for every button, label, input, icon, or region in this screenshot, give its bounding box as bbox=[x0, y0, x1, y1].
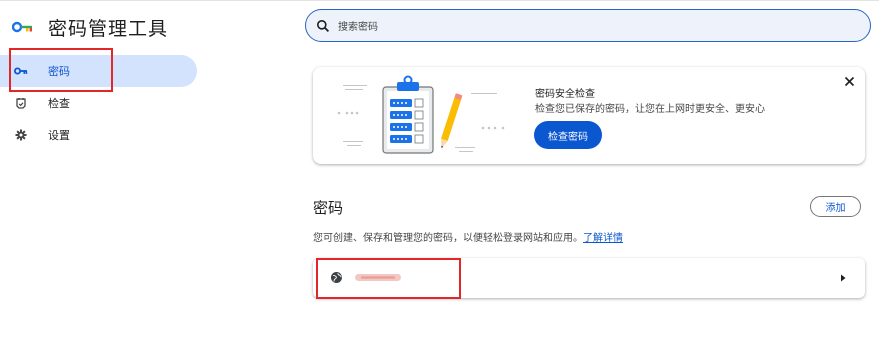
globe-icon bbox=[331, 272, 342, 283]
add-password-button[interactable]: 添加 bbox=[810, 196, 861, 217]
top-divider bbox=[0, 0, 879, 1]
key-icon bbox=[14, 64, 28, 78]
app-header: 密码管理工具 bbox=[12, 12, 168, 42]
sidebar-item-checkup[interactable]: 检查 bbox=[0, 87, 197, 119]
learn-more-link[interactable]: 了解详情 bbox=[583, 233, 623, 244]
section-title: 密码 bbox=[313, 200, 344, 217]
sidebar-item-label: 检查 bbox=[48, 98, 70, 110]
search-bar bbox=[305, 9, 871, 42]
shield-check-icon bbox=[14, 96, 28, 110]
checkup-description: 检查您已保存的密码，让您在上网时更安全、更安心 bbox=[535, 104, 765, 115]
search-icon bbox=[317, 20, 330, 33]
gear-icon bbox=[14, 128, 28, 142]
chevron-right-icon bbox=[841, 274, 846, 282]
check-passwords-button[interactable]: 检查密码 bbox=[534, 121, 602, 149]
sidebar-item-passwords[interactable]: 密码 bbox=[0, 55, 197, 87]
close-icon[interactable] bbox=[841, 73, 857, 89]
checkup-title: 密码安全检查 bbox=[535, 89, 595, 100]
sidebar-item-label: 设置 bbox=[48, 130, 70, 142]
section-description: 您可创建、保存和管理您的密码，以便轻松登录网站和应用。了解详情 bbox=[313, 229, 623, 244]
password-list-item[interactable] bbox=[313, 258, 865, 298]
sidebar-item-label: 密码 bbox=[48, 66, 70, 78]
app-title: 密码管理工具 bbox=[48, 18, 169, 40]
search-input[interactable] bbox=[336, 17, 860, 37]
password-checkup-card: 密码安全检查 检查您已保存的密码，让您在上网时更安全、更安心 检查密码 bbox=[313, 67, 865, 164]
key-logo-icon bbox=[12, 21, 32, 33]
sidebar-item-settings[interactable]: 设置 bbox=[0, 119, 197, 151]
section-description-text: 您可创建、保存和管理您的密码，以便轻松登录网站和应用。 bbox=[313, 233, 583, 244]
checkup-illustration bbox=[337, 75, 505, 154]
site-name-redacted bbox=[355, 274, 401, 281]
